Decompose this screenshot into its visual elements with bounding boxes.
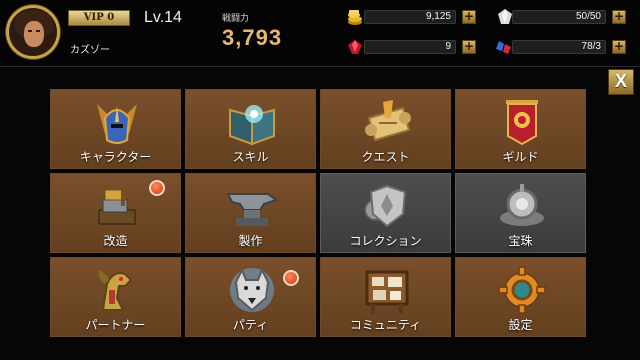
ruby-value: 9: [445, 41, 451, 52]
add-gems-button[interactable]: +: [612, 40, 626, 54]
gems-counter: 78/3: [512, 40, 606, 54]
notice-board-icon: [365, 270, 409, 314]
menu-label-community: コミュニティ: [349, 318, 422, 332]
notification-badge: [283, 270, 299, 286]
menu-tile-modify[interactable]: 改造: [50, 173, 181, 253]
vip-badge[interactable]: VIP 0: [68, 10, 130, 26]
menu-label-modify: 改造: [103, 234, 128, 248]
gems-value: 78/3: [581, 41, 601, 52]
wolf-party-icon: [230, 267, 274, 312]
menu-tile-orb[interactable]: 宝珠: [455, 173, 586, 253]
menu-label-partner: パートナー: [85, 318, 146, 332]
menu-tile-craft[interactable]: 製作: [185, 173, 316, 253]
menu-tile-community[interactable]: コミュニティ: [320, 257, 451, 337]
anvil-icon: [226, 193, 279, 226]
collection-shield-icon: [364, 184, 407, 228]
gold-counter: 9,125: [364, 10, 456, 24]
dragon-head-icon: [98, 270, 133, 311]
menu-tile-partner[interactable]: パートナー: [50, 257, 181, 337]
menu-label-character: キャラクター: [79, 150, 152, 164]
combat-power-value: 3,793: [222, 25, 283, 50]
menu-tile-settings[interactable]: 設定: [455, 257, 586, 337]
add-gold-button[interactable]: +: [462, 10, 476, 24]
menu-tile-skill[interactable]: スキル: [185, 89, 316, 169]
menu-label-collection: コレクション: [349, 234, 422, 248]
notification-badge: [149, 180, 165, 196]
stamina-value: 50/50: [575, 11, 601, 22]
blue-red-gems-icon: [496, 41, 511, 54]
menu-tile-collection[interactable]: コレクション: [320, 173, 451, 253]
menu-label-guild: ギルド: [502, 150, 539, 164]
gold-value: 9,125: [425, 11, 451, 22]
menu-label-skill: スキル: [232, 150, 269, 164]
player-avatar[interactable]: [6, 5, 60, 59]
combat-power-label: 戦闘力: [222, 14, 250, 24]
menu-label-settings: 設定: [508, 318, 533, 332]
menu-label-craft: 製作: [238, 234, 263, 248]
menu-label-orb: 宝珠: [508, 234, 533, 248]
top-status-bar: VIP 0 Lv.14 カズゾー 戦闘力 3,793 9,125 + 50/50…: [0, 0, 640, 66]
menu-tile-character[interactable]: キャラクター: [50, 89, 181, 169]
menu-label-party: パティ: [232, 318, 269, 332]
gold-coins-icon: [348, 10, 362, 25]
winged-helmet-icon: [97, 104, 137, 144]
close-button[interactable]: X: [608, 69, 634, 95]
orb-gear-icon: [500, 184, 544, 226]
add-stamina-button[interactable]: +: [612, 10, 626, 24]
ruby-counter: 9: [364, 40, 456, 54]
menu-label-quest: クエスト: [361, 150, 410, 164]
menu-tile-guild[interactable]: ギルド: [455, 89, 586, 169]
player-name: カズゾー: [70, 45, 110, 56]
quest-scroll-icon: [365, 100, 411, 142]
settings-gear-icon: [498, 266, 546, 314]
stamina-counter: 50/50: [512, 10, 606, 24]
forging-hammer-icon: [98, 186, 136, 225]
add-ruby-button[interactable]: +: [462, 40, 476, 54]
red-gem-icon: [348, 40, 362, 54]
guild-banner-icon: [506, 100, 538, 146]
menu-tile-quest[interactable]: クエスト: [320, 89, 451, 169]
spellbook-icon: [229, 105, 275, 146]
player-level: Lv.14: [144, 9, 182, 26]
menu-tile-party[interactable]: パティ: [185, 257, 316, 337]
menu-grid: キャラクター スキル クエスト ギルド 改造 製作 コレクション 宝珠 パートナ…: [50, 89, 590, 359]
